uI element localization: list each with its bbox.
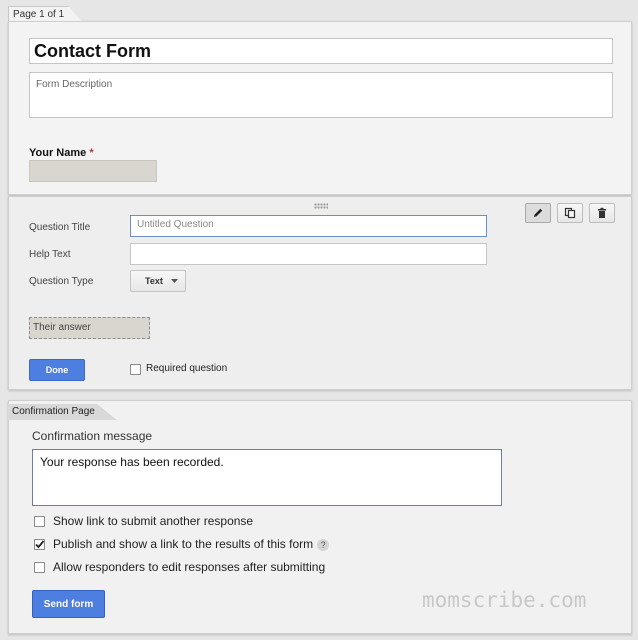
chevron-down-icon [170,279,178,283]
question-title-input[interactable]: Untitled Question [130,215,487,237]
required-star: * [89,147,94,159]
question-type-select[interactable]: Text [130,270,186,292]
question-editor-card: Question Title Untitled Question Help Te… [8,196,632,390]
pencil-icon [534,208,543,217]
required-question-checkbox[interactable] [130,364,141,375]
required-question-label: Required question [146,363,228,374]
form-title-input[interactable]: Contact Form [29,38,613,64]
help-text-input[interactable] [130,243,487,265]
help-icon[interactable]: ? [317,538,330,551]
question-title-label: Question Title [29,222,91,233]
done-button[interactable]: Done [29,359,85,381]
allow-edit-label: Allow responders to edit responses after… [53,560,326,574]
publish-results-text: Publish and show a link to the results o… [53,537,314,551]
question-label-text: Your Name [29,147,87,159]
form-header-card: Contact Form Form Description Your Name … [8,21,632,195]
watermark-text: momscribe.com [422,588,587,612]
your-name-question-label: Your Name * [29,147,94,159]
duplicate-icon [564,207,576,219]
allow-edit-checkbox[interactable] [34,562,45,573]
question-type-label: Question Type [29,276,94,287]
publish-results-checkbox[interactable] [34,539,45,550]
answer-preview-box: Their answer [29,317,150,339]
duplicate-question-button[interactable] [557,203,583,223]
send-form-button[interactable]: Send form [32,590,105,618]
publish-results-label: Publish and show a link to the results o… [53,537,330,551]
trash-icon [598,207,606,218]
edit-question-button[interactable] [525,203,551,223]
your-name-answer-preview [29,160,157,182]
drag-handle-icon[interactable] [314,203,328,209]
form-description-input[interactable]: Form Description [29,72,613,118]
delete-question-button[interactable] [589,203,615,223]
confirmation-message-label: Confirmation message [32,429,153,443]
question-type-value: Text [145,276,163,286]
checkmark-icon [35,540,45,549]
help-text-label: Help Text [29,249,71,260]
show-link-label: Show link to submit another response [53,514,254,528]
show-link-checkbox[interactable] [34,516,45,527]
confirmation-message-input[interactable]: Your response has been recorded. [32,449,502,506]
